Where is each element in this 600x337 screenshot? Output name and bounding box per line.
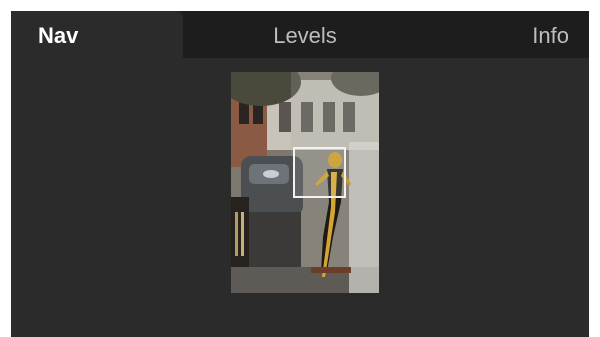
tab-info-label: Info [532, 23, 569, 48]
image-preview-thumbnail[interactable] [231, 72, 379, 293]
tab-levels-label: Levels [273, 23, 337, 48]
tab-info[interactable]: Info [427, 11, 589, 58]
navigator-panel: Nav Levels Info [11, 11, 589, 337]
viewport-indicator-box[interactable] [293, 147, 346, 198]
tab-levels[interactable]: Levels [183, 11, 427, 58]
tab-nav[interactable]: Nav [11, 11, 183, 58]
panel-tab-bar: Nav Levels Info [11, 11, 589, 58]
tab-nav-label: Nav [38, 23, 79, 48]
